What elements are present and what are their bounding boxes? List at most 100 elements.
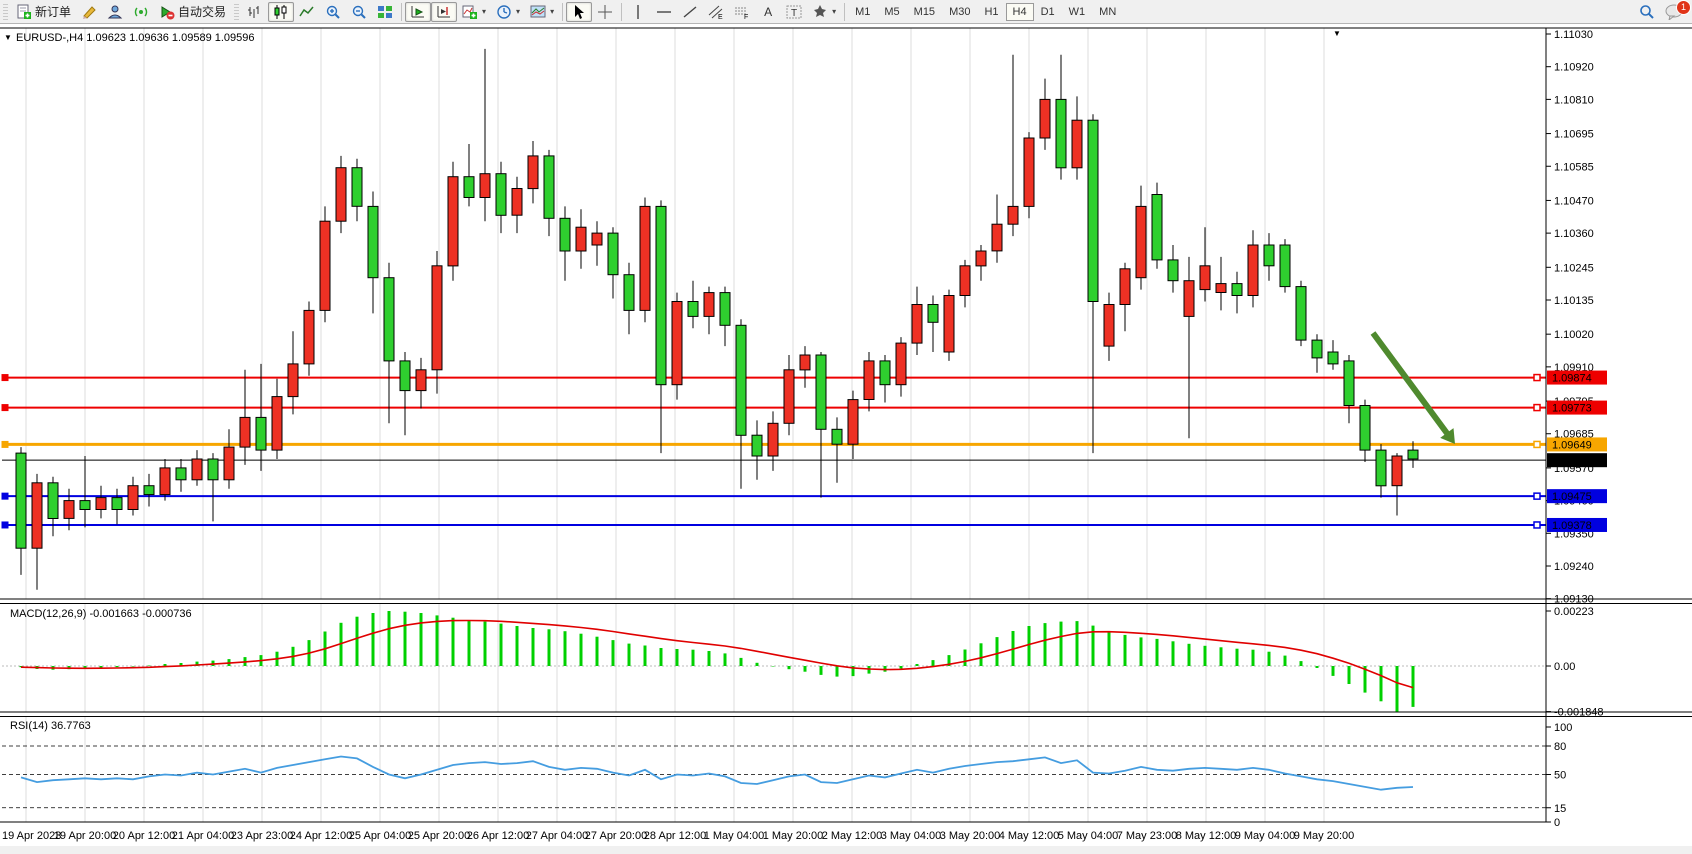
- time-axis-label: 3 May 04:00: [881, 830, 942, 842]
- candle: [1344, 361, 1354, 406]
- candle: [1360, 406, 1370, 451]
- toolbar-separator: [562, 3, 563, 21]
- fibonacci-tool[interactable]: F: [729, 2, 755, 22]
- timeframe-button-m15[interactable]: M15: [907, 3, 942, 21]
- auto-trading-button[interactable]: 自动交易: [154, 1, 231, 22]
- candle: [832, 429, 842, 444]
- periods-dropdown[interactable]: ▾: [491, 2, 525, 22]
- candle: [1088, 120, 1098, 301]
- crosshair-tool-button[interactable]: [592, 2, 618, 22]
- candlestick-chart-button[interactable]: [268, 2, 294, 22]
- price-axis-label: 1.10920: [1554, 62, 1594, 74]
- price-chart[interactable]: 19 Apr 202319 Apr 20:0020 Apr 12:0021 Ap…: [0, 24, 1692, 854]
- candle: [576, 227, 586, 251]
- candle: [976, 251, 986, 266]
- bar-chart-icon: [247, 4, 263, 20]
- chat-icon[interactable]: 1: [1664, 4, 1684, 20]
- candle: [960, 266, 970, 296]
- macd-indicator-label: MACD(12,26,9) -0.001663 -0.000736: [10, 608, 192, 620]
- macd-axis-label: 0.00: [1554, 661, 1575, 673]
- cursor-tool-button[interactable]: [566, 2, 592, 22]
- candle: [320, 221, 330, 310]
- fibonacci-icon: F: [734, 4, 750, 20]
- text-tool[interactable]: A: [755, 2, 781, 22]
- zoom-in-icon: [325, 4, 341, 20]
- candle: [416, 370, 426, 391]
- time-axis-label: 5 May 04:00: [1058, 830, 1119, 842]
- line-chart-button[interactable]: [294, 2, 320, 22]
- timeframe-button-d1[interactable]: D1: [1034, 3, 1062, 21]
- templates-dropdown[interactable]: ▾: [525, 2, 559, 22]
- price-axis-label: 1.09130: [1554, 594, 1594, 606]
- indicators-dropdown[interactable]: ▾: [457, 2, 491, 22]
- timeframe-button-m1[interactable]: M1: [848, 3, 877, 21]
- candle: [752, 435, 762, 456]
- svg-text:E: E: [718, 14, 723, 20]
- rsi-axis-label: 50: [1554, 770, 1566, 782]
- periods-clock-icon: [496, 4, 512, 20]
- candle: [736, 325, 746, 435]
- candle: [912, 305, 922, 344]
- toolbar-grip[interactable]: [3, 4, 8, 20]
- candle: [1248, 245, 1258, 296]
- candle: [1264, 245, 1274, 266]
- candle: [928, 305, 938, 323]
- timeframe-button-h4[interactable]: H4: [1006, 3, 1034, 21]
- auto-trading-icon: [159, 4, 175, 20]
- timeframe-button-mn[interactable]: MN: [1092, 3, 1123, 21]
- price-axis-label: 1.10695: [1554, 129, 1594, 141]
- equidistant-channel-tool[interactable]: E: [703, 2, 729, 22]
- timeframe-button-w1[interactable]: W1: [1062, 3, 1093, 21]
- mt4-terminal-window: { "toolbar": { "new_order_label": "新订单",…: [0, 0, 1692, 854]
- candle: [1376, 450, 1386, 486]
- bar-chart-button[interactable]: [242, 2, 268, 22]
- macd-axis-label: -0.001848: [1554, 707, 1604, 719]
- notification-badge: 1: [1676, 0, 1691, 15]
- candle: [640, 206, 650, 310]
- price-tag-label: 1.09874: [1552, 373, 1592, 385]
- signal-button[interactable]: [128, 2, 154, 22]
- candle: [144, 486, 154, 495]
- text-icon: A: [760, 4, 776, 20]
- price-axis-label: 1.10020: [1554, 329, 1594, 341]
- channel-icon: E: [708, 4, 724, 20]
- trendline-tool[interactable]: [677, 2, 703, 22]
- candle: [1392, 456, 1402, 486]
- time-axis-label: 25 Apr 20:00: [408, 830, 470, 842]
- new-order-button[interactable]: 新订单: [11, 1, 76, 22]
- time-axis-label: 28 Apr 12:00: [644, 830, 706, 842]
- toolbar-grip[interactable]: [234, 4, 239, 20]
- timeframe-button-h1[interactable]: H1: [977, 3, 1005, 21]
- arrows-dropdown[interactable]: ▾: [807, 2, 841, 22]
- auto-scroll-icon: [410, 4, 426, 20]
- price-axis-label: 1.10360: [1554, 228, 1594, 240]
- candle: [400, 361, 410, 391]
- vertical-line-tool[interactable]: [625, 2, 651, 22]
- trendline-icon: [682, 4, 698, 20]
- candle: [1168, 260, 1178, 281]
- candle: [224, 447, 234, 480]
- profile-button[interactable]: [102, 2, 128, 22]
- timeframe-button-m30[interactable]: M30: [942, 3, 977, 21]
- new-order-label: 新订单: [35, 3, 71, 20]
- horizontal-line-tool[interactable]: [651, 2, 677, 22]
- time-axis-label: 23 Apr 23:00: [231, 830, 293, 842]
- candle: [352, 168, 362, 207]
- signal-icon: [133, 4, 149, 20]
- timeframe-button-m5[interactable]: M5: [877, 3, 906, 21]
- candle: [304, 310, 314, 364]
- zoom-in-button[interactable]: [320, 2, 346, 22]
- candle: [208, 459, 218, 480]
- search-icon[interactable]: [1638, 4, 1654, 20]
- tile-windows-button[interactable]: [372, 2, 398, 22]
- highlight-tool-button[interactable]: [76, 2, 102, 22]
- time-axis-label: 24 Apr 12:00: [290, 830, 352, 842]
- text-label-tool[interactable]: T: [781, 2, 807, 22]
- zoom-out-button[interactable]: [346, 2, 372, 22]
- candle: [128, 486, 138, 510]
- auto-scroll-button[interactable]: [405, 2, 431, 22]
- candle: [432, 266, 442, 370]
- candle: [496, 174, 506, 216]
- chart-shift-button[interactable]: [431, 2, 457, 22]
- chart-shift-icon: [436, 4, 452, 20]
